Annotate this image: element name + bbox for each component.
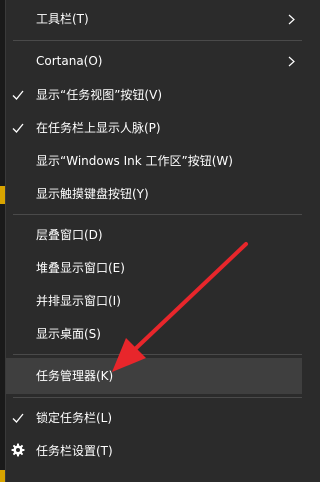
- menu-item-taskbar-settings[interactable]: 任务栏设置(T): [6, 433, 302, 469]
- menu-item-task-manager[interactable]: 任务管理器(K): [6, 358, 302, 394]
- menu-item-side-by-side-windows[interactable]: 并排显示窗口(I): [6, 283, 302, 319]
- menu-separator: [13, 214, 302, 215]
- menu-separator: [13, 40, 302, 41]
- menu-item-label: 显示桌面(S): [36, 327, 101, 341]
- menu-item-show-windows-ink-button[interactable]: 显示“Windows Ink 工作区”按钮(W): [6, 143, 302, 179]
- menu-item-label: Cortana(O): [36, 54, 103, 68]
- checkmark-icon: [12, 90, 24, 100]
- menu-item-show-touch-keyboard-button[interactable]: 显示触摸键盘按钮(Y): [6, 176, 302, 212]
- chevron-right-icon: [288, 14, 295, 25]
- menu-item-label: 任务管理器(K): [36, 369, 114, 383]
- menu-item-label: 任务栏设置(T): [36, 444, 113, 458]
- menu-item-label: 工具栏(T): [36, 12, 89, 26]
- menu-item-label: 堆叠显示窗口(E): [36, 261, 125, 275]
- menu-item-cascade-windows[interactable]: 层叠窗口(D): [6, 217, 302, 253]
- menu-item-cortana[interactable]: Cortana(O): [6, 43, 302, 79]
- chevron-right-icon: [288, 56, 295, 67]
- menu-item-label: 显示“任务视图”按钮(V): [36, 88, 163, 102]
- menu-separator: [13, 354, 302, 355]
- checkmark-icon: [12, 123, 24, 133]
- checkmark-icon: [12, 413, 24, 423]
- menu-item-show-task-view-button[interactable]: 显示“任务视图”按钮(V): [6, 77, 302, 113]
- menu-item-lock-taskbar[interactable]: 锁定任务栏(L): [6, 400, 302, 436]
- menu-item-label: 并排显示窗口(I): [36, 294, 121, 308]
- menu-separator: [13, 397, 302, 398]
- menu-item-label: 显示触摸键盘按钮(Y): [36, 187, 149, 201]
- menu-item-label: 层叠窗口(D): [36, 228, 103, 242]
- menu-item-stack-windows[interactable]: 堆叠显示窗口(E): [6, 250, 302, 286]
- menu-item-toolbars[interactable]: 工具栏(T): [6, 1, 302, 37]
- menu-item-label: 显示“Windows Ink 工作区”按钮(W): [36, 154, 233, 168]
- menu-item-label: 锁定任务栏(L): [36, 411, 113, 425]
- menu-item-show-desktop[interactable]: 显示桌面(S): [6, 316, 302, 352]
- taskbar-context-menu: 工具栏(T) Cortana(O) 显示“任务视图”按钮(V) 在任务栏上显示人…: [5, 0, 306, 482]
- menu-item-label: 在任务栏上显示人脉(P): [36, 121, 161, 135]
- gear-icon: [11, 443, 25, 457]
- menu-item-show-people[interactable]: 在任务栏上显示人脉(P): [6, 110, 302, 146]
